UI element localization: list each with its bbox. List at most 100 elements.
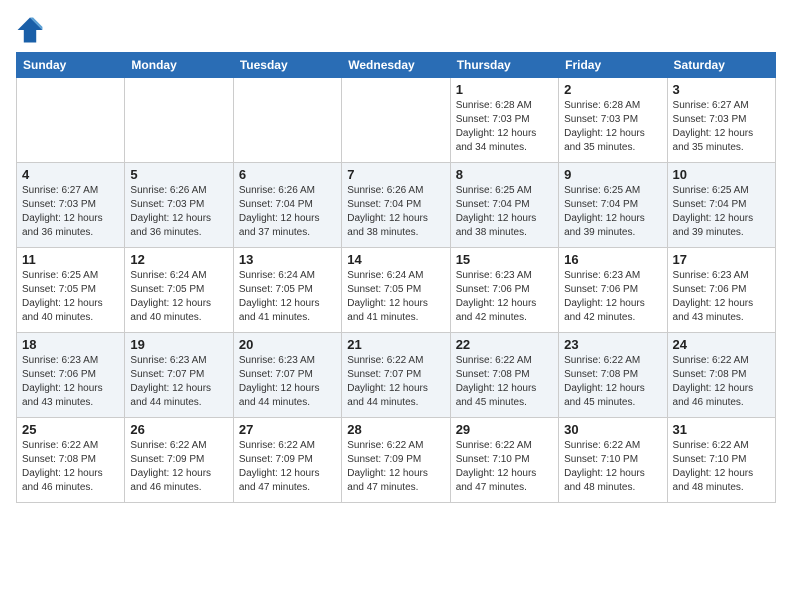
calendar-cell: 11Sunrise: 6:25 AM Sunset: 7:05 PM Dayli… (17, 248, 125, 333)
calendar-cell: 14 Sunrise: 6:24 AM Sunset: 7:05 PM Dayli… (342, 248, 450, 333)
day-number: 17 (673, 252, 770, 267)
day-info: Sunrise: 6:22 AM Sunset: 7:10 PM Dayligh… (673, 439, 770, 495)
day-info: Sunrise: 6:22 AM Sunset: 7:08 PM Dayligh… (564, 354, 661, 410)
day-number: 16 (564, 252, 661, 267)
day-info: Sunrise: 6:23 AM Sunset: 7:06 PM Dayligh… (564, 269, 661, 325)
day-info: Sunrise: 6:22 AM Sunset: 7:08 PM Dayligh… (673, 354, 770, 410)
day-number: 12 (130, 252, 227, 267)
day-info: Sunrise: 6:22 AM Sunset: 7:09 PM Dayligh… (239, 439, 336, 495)
day-number: 5 (130, 167, 227, 182)
day-number: 8 (456, 167, 553, 182)
day-info: Sunrise: 6:28 AM Sunset: 7:03 PM Dayligh… (564, 99, 661, 155)
calendar-cell (342, 78, 450, 163)
calendar-cell: 3 Sunrise: 6:27 AM Sunset: 7:03 PM Daylig… (667, 78, 775, 163)
day-info: Sunrise: 6:23 AM Sunset: 7:07 PM Dayligh… (239, 354, 336, 410)
day-number: 20 (239, 337, 336, 352)
calendar-cell: 8 Sunrise: 6:25 AM Sunset: 7:04 PM Daylig… (450, 163, 558, 248)
calendar-cell: 20 Sunrise: 6:23 AM Sunset: 7:07 PM Dayli… (233, 333, 341, 418)
calendar-cell: 13 Sunrise: 6:24 AM Sunset: 7:05 PM Dayli… (233, 248, 341, 333)
day-info: Sunrise: 6:25 AM Sunset: 7:04 PM Dayligh… (456, 184, 553, 240)
calendar-cell: 2 Sunrise: 6:28 AM Sunset: 7:03 PM Daylig… (559, 78, 667, 163)
calendar-cell: 9Sunrise: 6:25 AM Sunset: 7:04 PM Daylig… (559, 163, 667, 248)
day-info: Sunrise: 6:25 AM Sunset: 7:05 PM Dayligh… (22, 269, 119, 325)
weekday-header-sunday: Sunday (17, 53, 125, 78)
day-number: 19 (130, 337, 227, 352)
calendar-cell (233, 78, 341, 163)
day-number: 13 (239, 252, 336, 267)
day-number: 4 (22, 167, 119, 182)
day-info: Sunrise: 6:25 AM Sunset: 7:04 PM Dayligh… (673, 184, 770, 240)
day-number: 28 (347, 422, 444, 437)
calendar-cell: 21 Sunrise: 6:22 AM Sunset: 7:07 PM Dayli… (342, 333, 450, 418)
day-number: 27 (239, 422, 336, 437)
calendar-cell: 7 Sunrise: 6:26 AM Sunset: 7:04 PM Daylig… (342, 163, 450, 248)
calendar-cell: 27 Sunrise: 6:22 AM Sunset: 7:09 PM Dayli… (233, 418, 341, 503)
calendar-cell: 28Sunrise: 6:22 AM Sunset: 7:09 PM Dayli… (342, 418, 450, 503)
day-number: 15 (456, 252, 553, 267)
day-info: Sunrise: 6:22 AM Sunset: 7:08 PM Dayligh… (456, 354, 553, 410)
calendar-cell: 31 Sunrise: 6:22 AM Sunset: 7:10 PM Dayli… (667, 418, 775, 503)
calendar-table: SundayMondayTuesdayWednesdayThursdayFrid… (16, 52, 776, 503)
day-info: Sunrise: 6:22 AM Sunset: 7:10 PM Dayligh… (456, 439, 553, 495)
calendar-cell: 25 Sunrise: 6:22 AM Sunset: 7:08 PM Dayli… (17, 418, 125, 503)
day-info: Sunrise: 6:24 AM Sunset: 7:05 PM Dayligh… (347, 269, 444, 325)
day-number: 6 (239, 167, 336, 182)
day-info: Sunrise: 6:24 AM Sunset: 7:05 PM Dayligh… (130, 269, 227, 325)
day-number: 24 (673, 337, 770, 352)
day-number: 14 (347, 252, 444, 267)
day-info: Sunrise: 6:22 AM Sunset: 7:07 PM Dayligh… (347, 354, 444, 410)
day-info: Sunrise: 6:22 AM Sunset: 7:09 PM Dayligh… (130, 439, 227, 495)
calendar-cell: 18 Sunrise: 6:23 AM Sunset: 7:06 PM Dayli… (17, 333, 125, 418)
calendar-cell: 23 Sunrise: 6:22 AM Sunset: 7:08 PM Dayli… (559, 333, 667, 418)
day-number: 3 (673, 82, 770, 97)
day-number: 7 (347, 167, 444, 182)
day-number: 22 (456, 337, 553, 352)
day-info: Sunrise: 6:27 AM Sunset: 7:03 PM Dayligh… (22, 184, 119, 240)
calendar-cell: 17Sunrise: 6:23 AM Sunset: 7:06 PM Dayli… (667, 248, 775, 333)
weekday-header-friday: Friday (559, 53, 667, 78)
calendar-cell (17, 78, 125, 163)
calendar-cell: 30 Sunrise: 6:22 AM Sunset: 7:10 PM Dayli… (559, 418, 667, 503)
calendar-cell (125, 78, 233, 163)
weekday-header-saturday: Saturday (667, 53, 775, 78)
day-info: Sunrise: 6:23 AM Sunset: 7:06 PM Dayligh… (22, 354, 119, 410)
calendar-cell: 29 Sunrise: 6:22 AM Sunset: 7:10 PM Dayli… (450, 418, 558, 503)
calendar-cell: 15 Sunrise: 6:23 AM Sunset: 7:06 PM Dayli… (450, 248, 558, 333)
day-info: Sunrise: 6:26 AM Sunset: 7:03 PM Dayligh… (130, 184, 227, 240)
weekday-header-tuesday: Tuesday (233, 53, 341, 78)
day-info: Sunrise: 6:22 AM Sunset: 7:10 PM Dayligh… (564, 439, 661, 495)
day-info: Sunrise: 6:25 AM Sunset: 7:04 PM Dayligh… (564, 184, 661, 240)
day-info: Sunrise: 6:24 AM Sunset: 7:05 PM Dayligh… (239, 269, 336, 325)
day-number: 1 (456, 82, 553, 97)
day-info: Sunrise: 6:26 AM Sunset: 7:04 PM Dayligh… (347, 184, 444, 240)
day-number: 23 (564, 337, 661, 352)
day-info: Sunrise: 6:27 AM Sunset: 7:03 PM Dayligh… (673, 99, 770, 155)
day-number: 31 (673, 422, 770, 437)
day-number: 30 (564, 422, 661, 437)
calendar-cell: 1 Sunrise: 6:28 AM Sunset: 7:03 PM Daylig… (450, 78, 558, 163)
weekday-header-wednesday: Wednesday (342, 53, 450, 78)
day-number: 21 (347, 337, 444, 352)
day-number: 2 (564, 82, 661, 97)
page-header (16, 16, 776, 44)
calendar-cell: 5 Sunrise: 6:26 AM Sunset: 7:03 PM Daylig… (125, 163, 233, 248)
day-info: Sunrise: 6:23 AM Sunset: 7:06 PM Dayligh… (456, 269, 553, 325)
weekday-header-monday: Monday (125, 53, 233, 78)
weekday-header-thursday: Thursday (450, 53, 558, 78)
calendar-cell: 19 Sunrise: 6:23 AM Sunset: 7:07 PM Dayli… (125, 333, 233, 418)
calendar-cell: 16 Sunrise: 6:23 AM Sunset: 7:06 PM Dayli… (559, 248, 667, 333)
calendar-cell: 6Sunrise: 6:26 AM Sunset: 7:04 PM Daylig… (233, 163, 341, 248)
calendar-cell: 12 Sunrise: 6:24 AM Sunset: 7:05 PM Dayli… (125, 248, 233, 333)
logo-icon (16, 16, 44, 44)
calendar-cell: 10 Sunrise: 6:25 AM Sunset: 7:04 PM Dayli… (667, 163, 775, 248)
day-info: Sunrise: 6:23 AM Sunset: 7:07 PM Dayligh… (130, 354, 227, 410)
day-info: Sunrise: 6:28 AM Sunset: 7:03 PM Dayligh… (456, 99, 553, 155)
day-info: Sunrise: 6:22 AM Sunset: 7:08 PM Dayligh… (22, 439, 119, 495)
day-number: 18 (22, 337, 119, 352)
calendar-cell: 24 Sunrise: 6:22 AM Sunset: 7:08 PM Dayli… (667, 333, 775, 418)
day-number: 10 (673, 167, 770, 182)
calendar-cell: 26 Sunrise: 6:22 AM Sunset: 7:09 PM Dayli… (125, 418, 233, 503)
day-number: 29 (456, 422, 553, 437)
day-number: 25 (22, 422, 119, 437)
day-number: 26 (130, 422, 227, 437)
